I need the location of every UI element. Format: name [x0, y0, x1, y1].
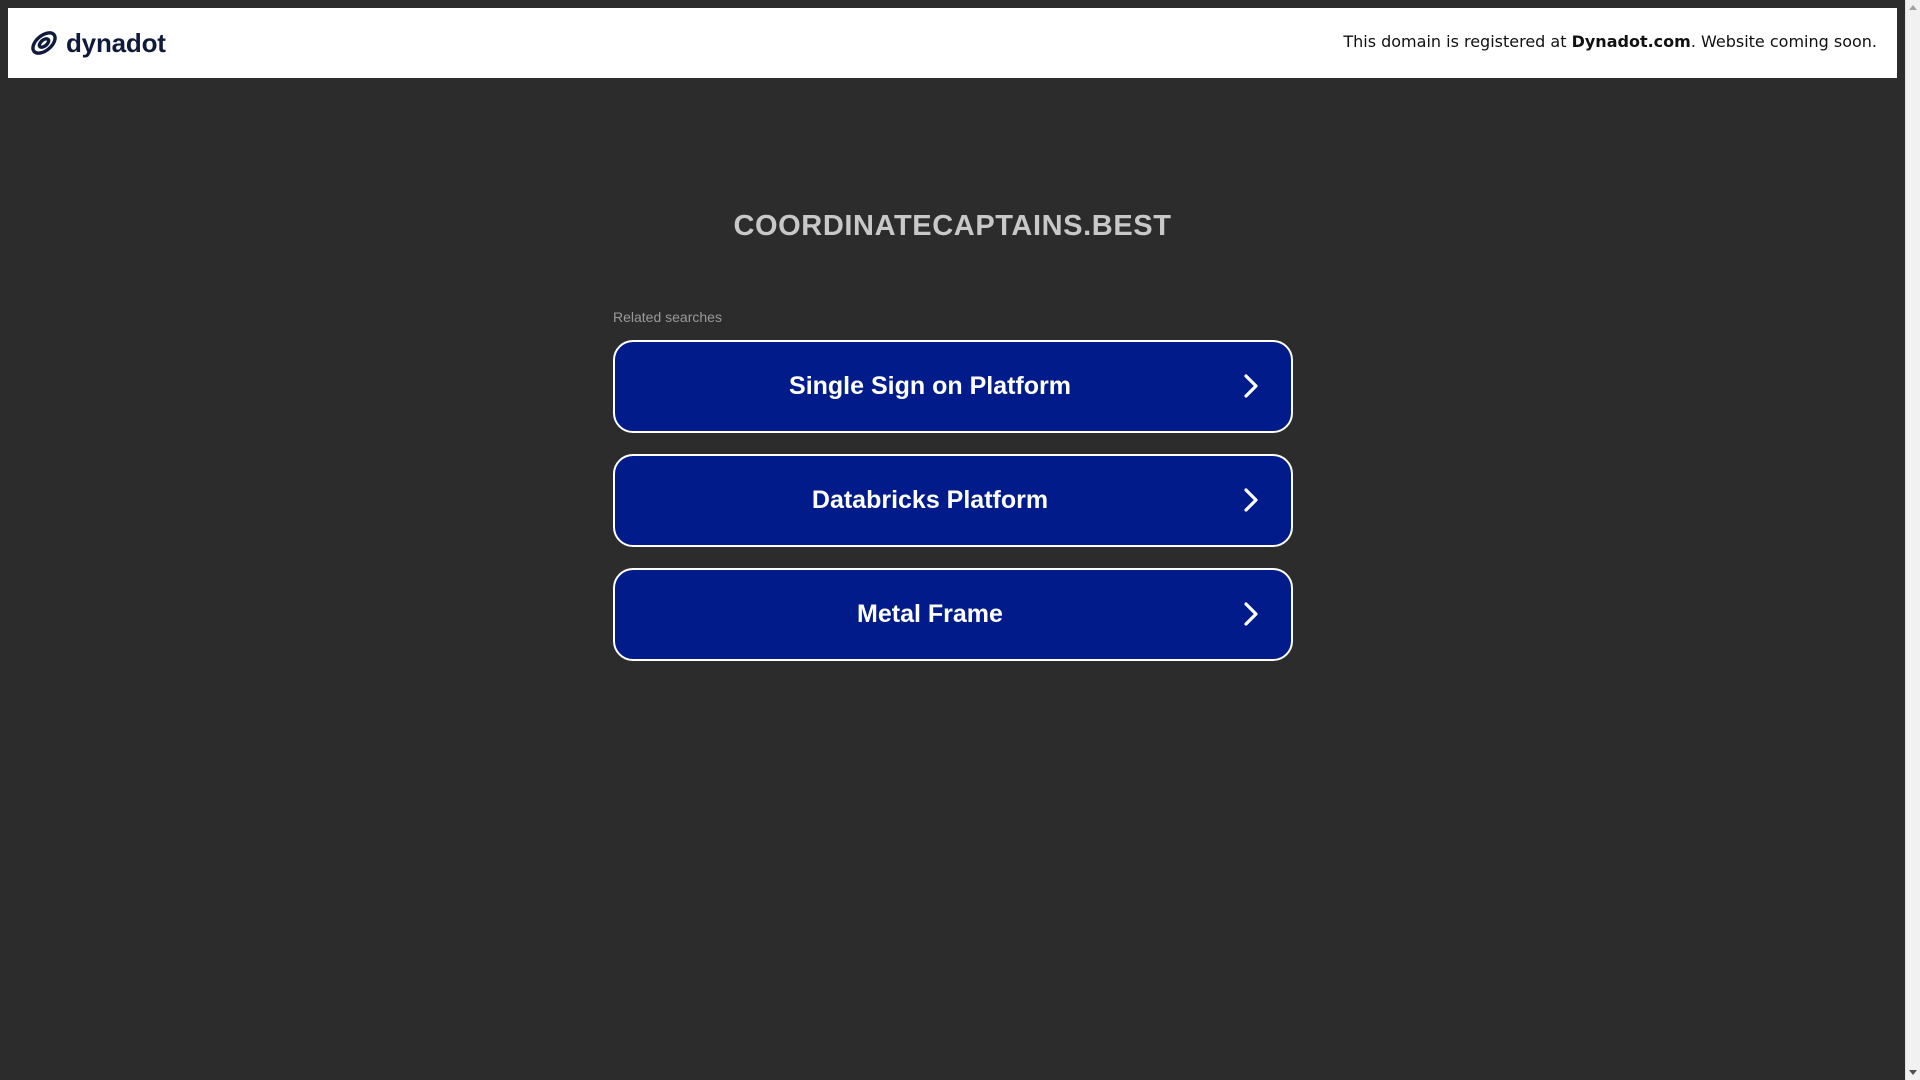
vertical-scrollbar[interactable]	[1905, 0, 1920, 1080]
related-search-link[interactable]: Databricks Platform	[613, 454, 1293, 547]
related-searches-label: Related searches	[613, 309, 722, 325]
dynadot-logo-link[interactable]: dynadot	[28, 25, 166, 61]
notice-brand: Dynadot.com	[1571, 32, 1691, 51]
related-search-link[interactable]: Single Sign on Platform	[613, 340, 1293, 433]
related-search-label: Databricks Platform	[811, 486, 1049, 514]
related-searches: Related searches Single Sign on Platform…	[613, 309, 1293, 682]
scroll-up-arrow-icon[interactable]	[1909, 5, 1917, 10]
chevron-right-icon	[1244, 602, 1258, 626]
notice-suffix: . Website coming soon.	[1690, 32, 1877, 51]
notice-prefix: This domain is registered at	[1343, 32, 1572, 51]
chevron-right-icon	[1244, 488, 1258, 512]
related-search-link[interactable]: Metal Frame	[613, 568, 1293, 661]
parked-domain-page: dynadot This domain is registered at Dyn…	[0, 0, 1920, 1080]
registration-notice: This domain is registered at Dynadot.com…	[1343, 32, 1877, 51]
dynadot-link-icon	[28, 27, 60, 59]
related-search-label: Metal Frame	[857, 600, 1003, 628]
scroll-down-arrow-icon[interactable]	[1909, 1070, 1917, 1075]
top-banner: dynadot This domain is registered at Dyn…	[8, 8, 1897, 78]
related-search-label: Single Sign on Platform	[789, 372, 1071, 400]
domain-title: COORDINATECAPTAINS.BEST	[733, 210, 1172, 242]
chevron-right-icon	[1244, 374, 1258, 398]
logo-text: dynadot	[66, 27, 166, 58]
